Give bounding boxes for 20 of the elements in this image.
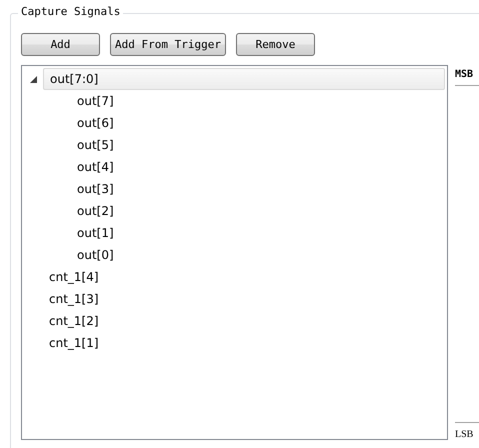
signal-tree-item[interactable]: out[6] — [70, 112, 121, 134]
signal-tree-item[interactable]: cnt_1[4] — [42, 266, 106, 288]
signal-tree-item[interactable]: cnt_1[3] — [42, 288, 106, 310]
signal-tree-item[interactable]: cnt_1[1] — [42, 332, 106, 354]
toolbar-button[interactable]: Add — [21, 33, 100, 56]
signal-tree-item[interactable]: out[3] — [70, 178, 121, 200]
signal-tree-item[interactable]: out[4] — [70, 156, 121, 178]
toolbar-button[interactable]: Add From Trigger — [110, 33, 226, 56]
toolbar-button[interactable]: Remove — [236, 33, 315, 56]
signal-tree-item[interactable]: out[2] — [70, 200, 121, 222]
msb-label: MSB — [455, 65, 479, 86]
lsb-label: LSB — [455, 422, 479, 440]
signal-tree-item[interactable]: out[0] — [70, 244, 121, 266]
signal-tree-item[interactable]: out[5] — [70, 134, 121, 156]
signal-tree-item[interactable]: out[7] — [70, 90, 121, 112]
group-title: Capture Signals — [18, 5, 124, 18]
signal-tree-item[interactable]: out[7:0] — [43, 68, 445, 90]
collapse-triangle-icon[interactable] — [30, 76, 37, 82]
signal-tree-item[interactable]: out[1] — [70, 222, 121, 244]
signal-tree-item[interactable]: cnt_1[2] — [42, 310, 106, 332]
